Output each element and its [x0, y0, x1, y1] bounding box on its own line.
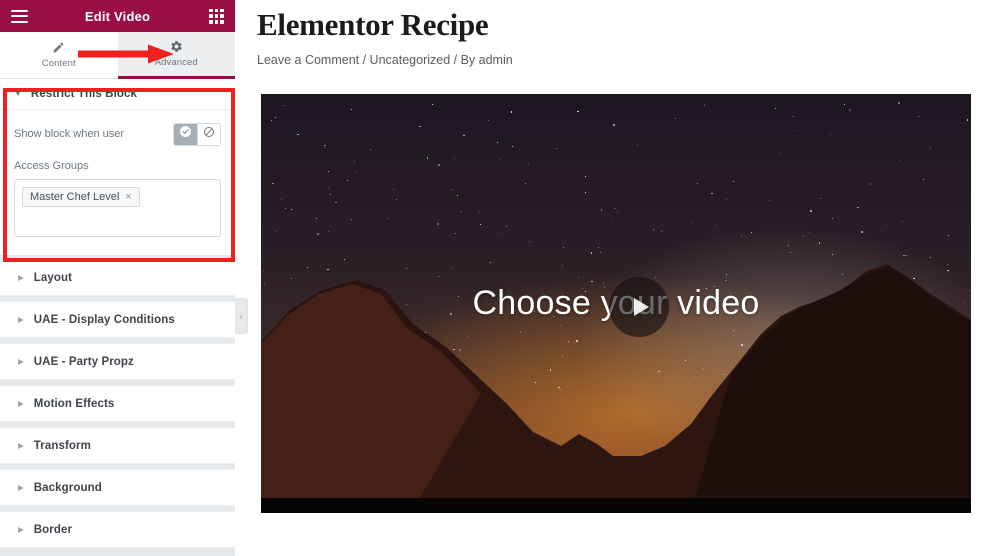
post-meta: Leave a Comment / Uncategorized / By adm…: [257, 53, 513, 67]
access-groups-input[interactable]: Master Chef Level ×: [14, 179, 221, 237]
page-title: Elementor Recipe: [257, 7, 489, 42]
section-motion-effects[interactable]: ▶ Motion Effects: [0, 385, 235, 422]
chevron-right-icon: ▶: [18, 524, 24, 534]
section-border-label: Border: [33, 523, 73, 536]
choice-deny-button[interactable]: [197, 123, 220, 145]
video-play-button[interactable]: [609, 277, 669, 337]
remove-tag-icon[interactable]: ×: [125, 191, 131, 203]
restrict-this-block-content: Show block when user Access Groups Maste…: [0, 110, 235, 255]
show-block-when-user-label: Show block when user: [14, 128, 125, 140]
restrict-this-block-section: ▼ Restrict This Block Show block when us…: [0, 79, 235, 255]
prohibited-icon: [203, 125, 215, 143]
hamburger-menu-icon[interactable]: [11, 9, 28, 23]
advanced-sections-list: ▶ Layout ▶ UAE - Display Conditions ▶ UA…: [0, 259, 235, 548]
video-widget[interactable]: Choose your video: [261, 94, 971, 513]
panel-tabs: Content Advanced: [0, 32, 235, 79]
section-layout-label: Layout: [33, 271, 73, 284]
choice-allow-button[interactable]: [174, 123, 197, 145]
show-block-choice-group: [173, 122, 221, 146]
panel-title: Edit Video: [84, 8, 151, 24]
show-block-when-user-row: Show block when user: [14, 120, 221, 148]
section-background[interactable]: ▶ Background: [0, 469, 235, 506]
section-layout[interactable]: ▶ Layout: [0, 259, 235, 296]
section-transform-label: Transform: [33, 439, 91, 452]
access-groups-label: Access Groups: [14, 160, 89, 172]
access-group-tag-label: Master Chef Level: [30, 191, 120, 203]
section-border[interactable]: ▶ Border: [0, 511, 235, 548]
panel-header: Edit Video: [0, 0, 235, 32]
tab-advanced[interactable]: Advanced: [117, 32, 235, 79]
gear-icon: [170, 40, 183, 53]
grid-apps-icon[interactable]: [209, 8, 224, 24]
panel-body: ▼ Restrict This Block Show block when us…: [0, 79, 235, 556]
section-transform[interactable]: ▶ Transform: [0, 427, 235, 464]
panel-collapse-handle[interactable]: ‹: [235, 298, 248, 334]
section-uae-party-propz[interactable]: ▶ UAE - Party Propz: [0, 343, 235, 380]
pencil-icon: [52, 41, 65, 54]
restrict-this-block-title: Restrict This Block: [30, 88, 137, 100]
chevron-right-icon: ▶: [18, 482, 24, 492]
access-group-tag[interactable]: Master Chef Level ×: [22, 187, 140, 207]
tab-content-label: Content: [41, 58, 76, 69]
play-triangle-icon: [633, 298, 649, 316]
chevron-right-icon: ▶: [18, 356, 24, 366]
page-preview: Elementor Recipe Leave a Comment / Uncat…: [235, 0, 1000, 556]
section-uae-party-propz-label: UAE - Party Propz: [33, 355, 134, 368]
chevron-right-icon: ▶: [18, 314, 24, 324]
chevron-right-icon: ▶: [18, 440, 24, 450]
section-uae-display-conditions[interactable]: ▶ UAE - Display Conditions: [0, 301, 235, 338]
section-uae-display-conditions-label: UAE - Display Conditions: [33, 313, 175, 326]
restrict-this-block-header[interactable]: ▼ Restrict This Block: [0, 79, 235, 110]
check-icon: [179, 125, 192, 143]
tab-content[interactable]: Content: [0, 32, 118, 79]
chevron-down-icon: ▼: [14, 89, 22, 98]
chevron-right-icon: ▶: [18, 398, 24, 408]
section-background-label: Background: [33, 481, 102, 494]
elementor-editor-screen: Edit Video Content Advanced ▼ Restrict T…: [0, 0, 1000, 556]
tab-advanced-label: Advanced: [154, 57, 198, 68]
elementor-settings-panel: Edit Video Content Advanced ▼ Restrict T…: [0, 0, 235, 556]
chevron-right-icon: ▶: [18, 272, 24, 282]
section-motion-effects-label: Motion Effects: [33, 397, 115, 410]
